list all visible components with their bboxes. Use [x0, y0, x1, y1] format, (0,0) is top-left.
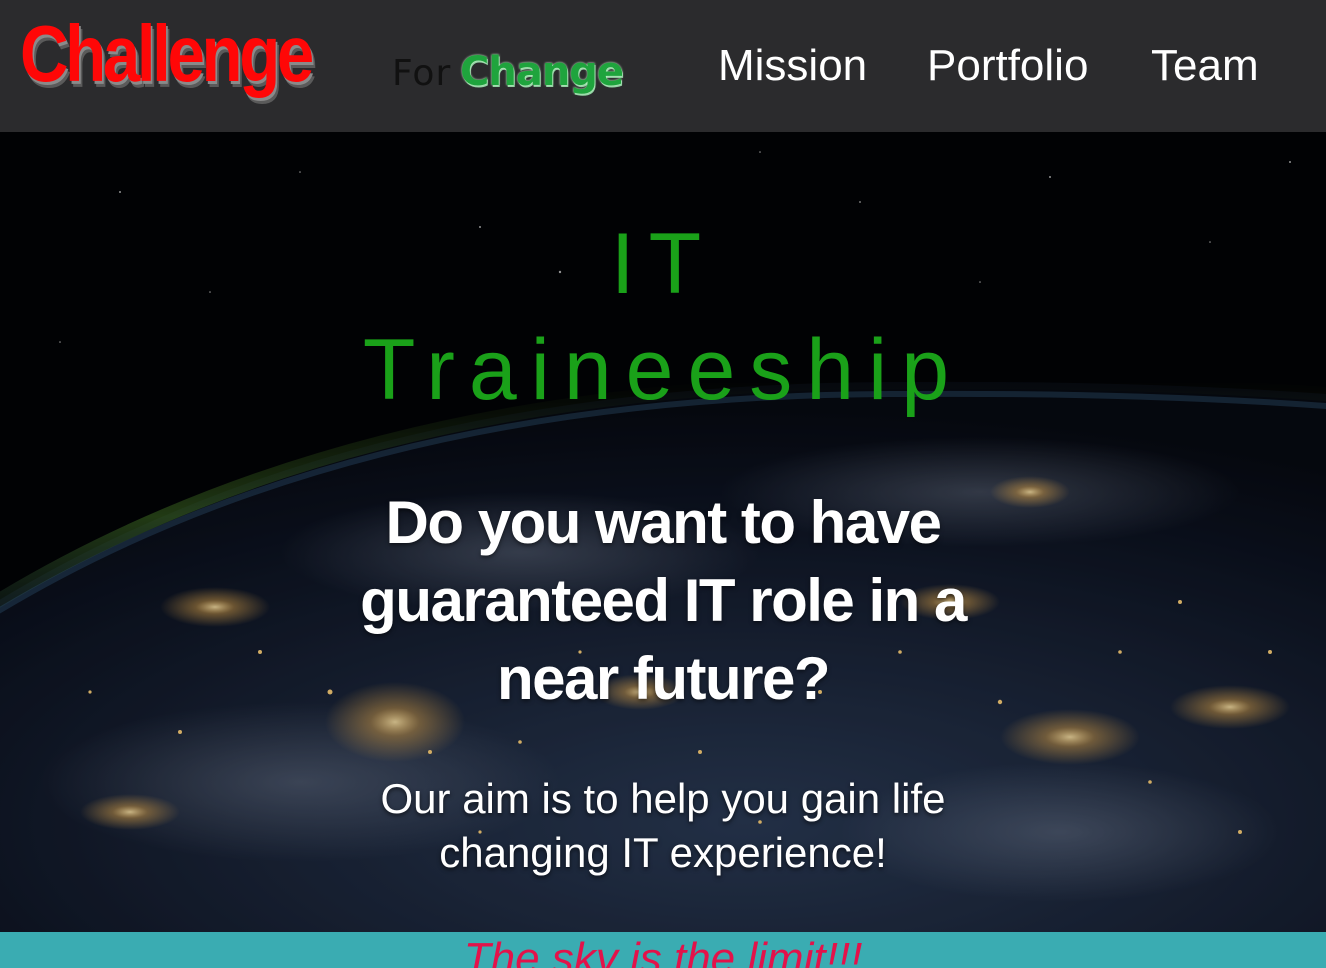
slogan-band: The sky is the limit!!! [0, 932, 1326, 968]
hero-aim-text: Our aim is to help you gain life changin… [380, 775, 946, 876]
slogan-text: The sky is the limit!!! [463, 934, 863, 968]
nav-link-portfolio[interactable]: Portfolio [927, 36, 1088, 96]
nav-link-team[interactable]: Team [1151, 36, 1259, 96]
nav-link-mission[interactable]: Mission [718, 36, 867, 96]
logo-word-change: Change [460, 49, 624, 95]
hero-question: Do you want to have guaranteed IT role i… [360, 489, 967, 712]
logo-word-challenge: Challenge [20, 9, 314, 98]
hero-title-line-2: Traineeship [362, 322, 964, 418]
logo-word-for: For [392, 53, 452, 94]
site-header: Challenge For Change Mission Portfolio T… [0, 0, 1326, 132]
hero-title-line-1: IT [610, 216, 716, 312]
hero-section: IT Traineeship Do you want to have guara… [0, 132, 1326, 932]
